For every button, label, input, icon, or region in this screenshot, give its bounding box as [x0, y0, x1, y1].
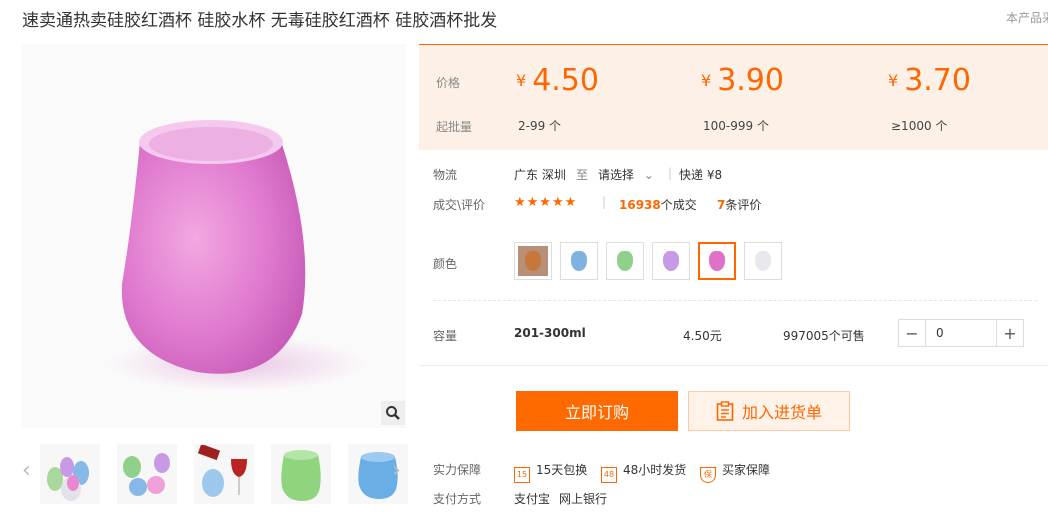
tier-qty-3: ≥1000 个 [891, 119, 948, 133]
magnifier-icon [386, 406, 400, 420]
payment-label: 支付方式 [433, 492, 482, 506]
rating-stars: ★★★★★ [514, 195, 578, 210]
swatch-orange[interactable] [514, 242, 552, 280]
product-title: 速卖通热卖硅胶红酒杯 硅胶水杯 无毒硅胶红酒杯 硅胶酒杯批发 [22, 11, 498, 31]
buy-now-button[interactable]: 立即订购 [516, 391, 678, 431]
to-label: 至 [576, 168, 589, 182]
swatch-white[interactable] [744, 242, 782, 280]
thumbnail-2[interactable] [117, 444, 177, 504]
calendar-15-icon: 15 [514, 466, 530, 483]
chevron-down-icon: ⌄ [643, 168, 654, 182]
swatch-blue[interactable] [560, 242, 598, 280]
payment-netbank: 网上银行 [559, 492, 608, 506]
payment-alipay: 支付宝 [514, 492, 551, 506]
stock-available: 997005个可售 [783, 329, 865, 343]
price-panel: 价格 起批量 ¥4.50 2-99 个 ¥3.90 100-999 个 ¥3.7… [419, 44, 1048, 150]
quantity-input[interactable]: 0 [925, 320, 997, 346]
origin-location: 广东 深圳 [514, 168, 566, 182]
tier-price-1: ¥4.50 [516, 63, 599, 98]
logistics-label: 物流 [433, 168, 458, 182]
divider [433, 300, 1037, 301]
guarantee-item-3[interactable]: 保买家保障 [700, 461, 770, 483]
guarantee-label: 实力保障 [433, 463, 482, 477]
guarantee-item-2[interactable]: 48 48小时发货 [601, 461, 686, 483]
green-cup-image [281, 450, 321, 501]
moq-label: 起批量 [436, 120, 473, 134]
cups-stack-image [47, 457, 89, 501]
colored-cups-image [123, 453, 170, 496]
price-label: 价格 [436, 76, 461, 90]
capacity-price: 4.50元 [683, 329, 722, 343]
tier-qty-2: 100-999 个 [703, 119, 769, 133]
thumbnail-4[interactable] [271, 444, 331, 504]
separator: | [602, 195, 607, 209]
plus-button[interactable]: + [997, 320, 1023, 346]
tier-qty-1: 2-99 个 [518, 119, 562, 133]
thumbnail-strip [40, 444, 408, 504]
color-label: 颜色 [433, 257, 458, 271]
thumbnail-1[interactable] [40, 444, 100, 504]
shipping-fee: 快递 ¥8 [679, 168, 723, 182]
swatch-green[interactable] [606, 242, 644, 280]
guarantee-item-1[interactable]: 15 15天包换 [514, 461, 587, 483]
clipboard-icon [716, 401, 734, 421]
divider [419, 365, 1048, 366]
color-swatches [514, 242, 782, 280]
swatch-purple[interactable] [652, 242, 690, 280]
capacity-label: 容量 [433, 329, 458, 343]
separator: | [668, 166, 673, 180]
zoom-button[interactable] [381, 401, 405, 425]
destination-select[interactable]: 请选择 ⌄ [598, 166, 654, 183]
minus-button[interactable]: − [899, 320, 925, 346]
tier-price-2: ¥3.90 [701, 63, 784, 98]
add-to-cart-label: 加入进货单 [741, 403, 822, 422]
add-to-cart-button[interactable]: 加入进货单 [688, 391, 850, 431]
main-product-image[interactable] [22, 44, 406, 428]
capacity-value: 201-300ml [514, 326, 586, 340]
tier-price-3: ¥3.70 [888, 63, 971, 98]
clock-48-icon: 48 [601, 466, 617, 483]
deals-label: 成交\评价 [433, 198, 486, 212]
thumbnail-3[interactable] [194, 444, 254, 504]
wine-pour-image [197, 445, 247, 497]
sold-count[interactable]: 16938个成交 [619, 196, 697, 213]
swatch-pink-selected[interactable] [698, 242, 736, 280]
shield-icon: 保 [700, 466, 716, 483]
side-note: 本产品采 [1006, 11, 1048, 25]
review-count[interactable]: 7条评价 [717, 196, 761, 213]
quantity-stepper: − 0 + [898, 319, 1024, 347]
thumb-prev-arrow[interactable]: ‹ [22, 458, 31, 483]
thumb-next-arrow[interactable]: › [392, 458, 401, 483]
pink-cup-illustration [107, 120, 367, 392]
